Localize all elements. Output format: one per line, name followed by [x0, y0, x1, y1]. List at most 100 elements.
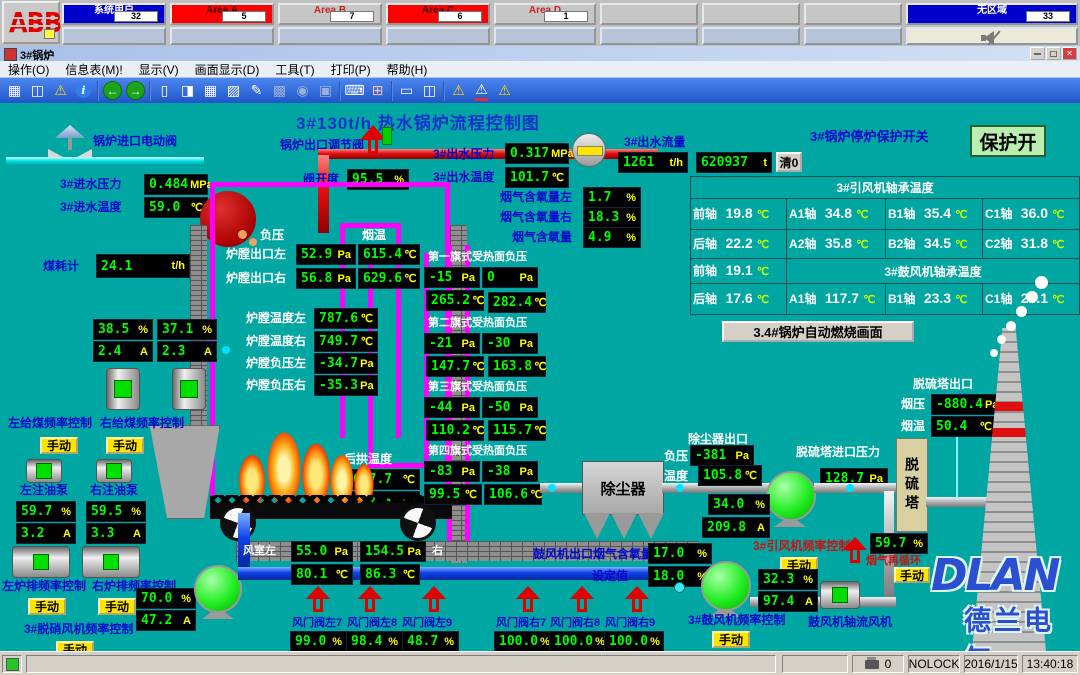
grate-right-manual-button[interactable]: 手动	[98, 598, 136, 615]
alarm-warning-icon[interactable]: ⚠	[49, 80, 72, 101]
logo-stripe	[8, 25, 58, 27]
grate-right-motor-icon[interactable]	[82, 546, 140, 578]
surface1-temp-right-display: 282.4℃	[488, 292, 546, 313]
alarm-group-area-a[interactable]: Area A5	[170, 3, 274, 25]
printer-icon	[865, 660, 879, 669]
alarm-group-area-d[interactable]: Area D1	[494, 3, 596, 25]
screen-add-icon[interactable]: ⊞	[366, 80, 389, 101]
coal-meter-display: 24.1t/h	[96, 254, 190, 278]
protection-on-button[interactable]: 保护开	[970, 125, 1046, 157]
coal-hopper	[140, 425, 220, 519]
toolbar: ▦ ◫ ⚠ i ← → ▯ ◨ ▦ ▨ ✎ ▩ ◉ ▣ ⌨ ⊞ ▭ ◫ ⚠ ⚠ …	[0, 78, 1080, 103]
report-doc-icon[interactable]: ▯	[153, 80, 176, 101]
edit-doc-icon[interactable]: ✎	[245, 80, 268, 101]
alarm-group-area-b[interactable]: Area B7	[278, 3, 382, 25]
display-doc-icon[interactable]: ◨	[176, 80, 199, 101]
feeder-right-manual-button[interactable]: 手动	[106, 437, 144, 454]
restore-button[interactable]: □	[1046, 47, 1061, 60]
circulation-pump-icon[interactable]	[572, 133, 606, 167]
surface1-pa-right-display: 0Pa	[482, 267, 538, 288]
feeder-right-pct-display: 37.1%	[157, 319, 217, 340]
close-button[interactable]: ✕	[1062, 47, 1077, 60]
pipe-node	[676, 484, 684, 492]
denox-ctrl-label: 3#脱硝风机频率控制	[24, 623, 133, 635]
wind-chamber-temp-right-display: 86.3℃	[360, 564, 420, 585]
grate-left-manual-button[interactable]: 手动	[28, 598, 66, 615]
mute-button[interactable]	[906, 27, 1078, 45]
blower-manual-button[interactable]: 手动	[712, 631, 750, 648]
damper-left9-label: 风门阀左9	[402, 618, 452, 629]
auto-burn-screen-button[interactable]: 3.4#锅炉自动燃烧画面	[722, 321, 914, 342]
forward-icon[interactable]: →	[124, 80, 147, 101]
doc2-disabled-icon[interactable]: ▣	[314, 80, 337, 101]
menu-tools[interactable]: 工具(T)	[275, 61, 314, 78]
titlebar: 3#锅炉 — □ ✕	[0, 46, 1080, 61]
grate-left-motor-icon[interactable]	[12, 546, 70, 578]
induced-fan-icon[interactable]	[766, 471, 816, 521]
outlet-control-valve-icon[interactable]	[356, 125, 390, 163]
damper-left7-valve-icon[interactable]	[306, 586, 330, 614]
boiler-drum-icon	[200, 191, 256, 247]
menu-operate[interactable]: 操作(O)	[8, 61, 49, 78]
denox-manual-button[interactable]: 手动	[56, 641, 94, 651]
group-view-icon[interactable]: ◫	[26, 80, 49, 101]
doc-disabled-icon[interactable]: ▩	[268, 80, 291, 101]
recirc-manual-button[interactable]: 手动	[894, 567, 930, 583]
coal-meter-label: 煤耗计	[43, 260, 79, 272]
grate-right-amp-display: 3.3A	[86, 523, 146, 544]
alarm-group-area-c[interactable]: Area C6	[386, 3, 490, 25]
furnace-outlet-right-temp-display: 629.6℃	[358, 268, 420, 289]
inlet-valve-label: 锅炉进口电动阀	[93, 135, 177, 147]
trend-doc-icon[interactable]: ▨	[222, 80, 245, 101]
keyboard-icon[interactable]: ⌨	[343, 80, 366, 101]
dust-collector[interactable]: 除尘器	[582, 461, 664, 515]
alarm-group-no-area[interactable]: 无区域33	[906, 3, 1078, 25]
desulf-tower[interactable]: 脱硫塔	[896, 438, 928, 532]
dust-hopper	[611, 513, 637, 539]
feeder-left-ctrl-label: 左给煤频率控制	[8, 417, 92, 429]
menu-display[interactable]: 显示(V)	[139, 61, 179, 78]
tile-windows-icon[interactable]: ◫	[418, 80, 441, 101]
pipe-node	[249, 238, 257, 246]
furnace-temp-right-display: 749.7℃	[314, 331, 378, 352]
recirc-valve-icon[interactable]	[843, 537, 867, 565]
menu-info-table[interactable]: 信息表(M)!	[65, 61, 122, 78]
wind-chamber-temp-left-display: 80.1℃	[291, 564, 353, 585]
axial-fan-icon[interactable]	[820, 581, 860, 609]
damper-left9-valve-icon[interactable]	[422, 586, 446, 614]
damper-right7-label: 风门阀右7	[496, 618, 546, 629]
alarm-list-icon[interactable]: ⚠	[493, 80, 516, 101]
menu-print[interactable]: 打印(P)	[331, 61, 371, 78]
status-empty-cell	[782, 655, 848, 673]
furnace-temp-left-label: 炉膛温度左	[246, 312, 306, 324]
alarm-ack-icon[interactable]: ⚠	[470, 80, 493, 101]
setpoint-slider-dot[interactable]	[674, 582, 685, 593]
info-icon[interactable]: i	[72, 80, 95, 101]
sensor-line	[956, 437, 958, 499]
denox-fan-icon[interactable]	[194, 565, 242, 613]
clock-icon[interactable]: ◉	[291, 80, 314, 101]
alarm-page-icon[interactable]: ⚠	[447, 80, 470, 101]
damper-right8-valve-icon[interactable]	[570, 586, 594, 614]
damper-right7-valve-icon[interactable]	[516, 586, 540, 614]
feeder-right-motor-icon[interactable]	[172, 368, 206, 410]
blower-fan-icon[interactable]	[701, 561, 751, 611]
feeder-left-manual-button[interactable]: 手动	[40, 437, 78, 454]
oil-pump-right-icon[interactable]	[96, 459, 132, 483]
smoke-puff	[1035, 276, 1048, 289]
status-message-cell	[26, 655, 776, 673]
feeder-left-motor-icon[interactable]	[106, 368, 140, 410]
alarm-group-system-user[interactable]: 系统用户32	[62, 3, 166, 25]
oil-pump-left-icon[interactable]	[26, 459, 62, 483]
damper-left8-valve-icon[interactable]	[358, 586, 382, 614]
back-icon[interactable]: ←	[101, 80, 124, 101]
menu-help[interactable]: 帮助(H)	[387, 61, 428, 78]
sheet-doc-icon[interactable]: ▦	[199, 80, 222, 101]
alarm-slot	[62, 27, 166, 45]
minimize-button[interactable]: —	[1030, 47, 1045, 60]
grid-view-icon[interactable]: ▦	[3, 80, 26, 101]
damper-right9-valve-icon[interactable]	[625, 586, 649, 614]
clear-total-button[interactable]: 清0	[776, 152, 802, 172]
menu-screen-display[interactable]: 画面显示(D)	[195, 61, 260, 78]
cascade-windows-icon[interactable]: ▭	[395, 80, 418, 101]
